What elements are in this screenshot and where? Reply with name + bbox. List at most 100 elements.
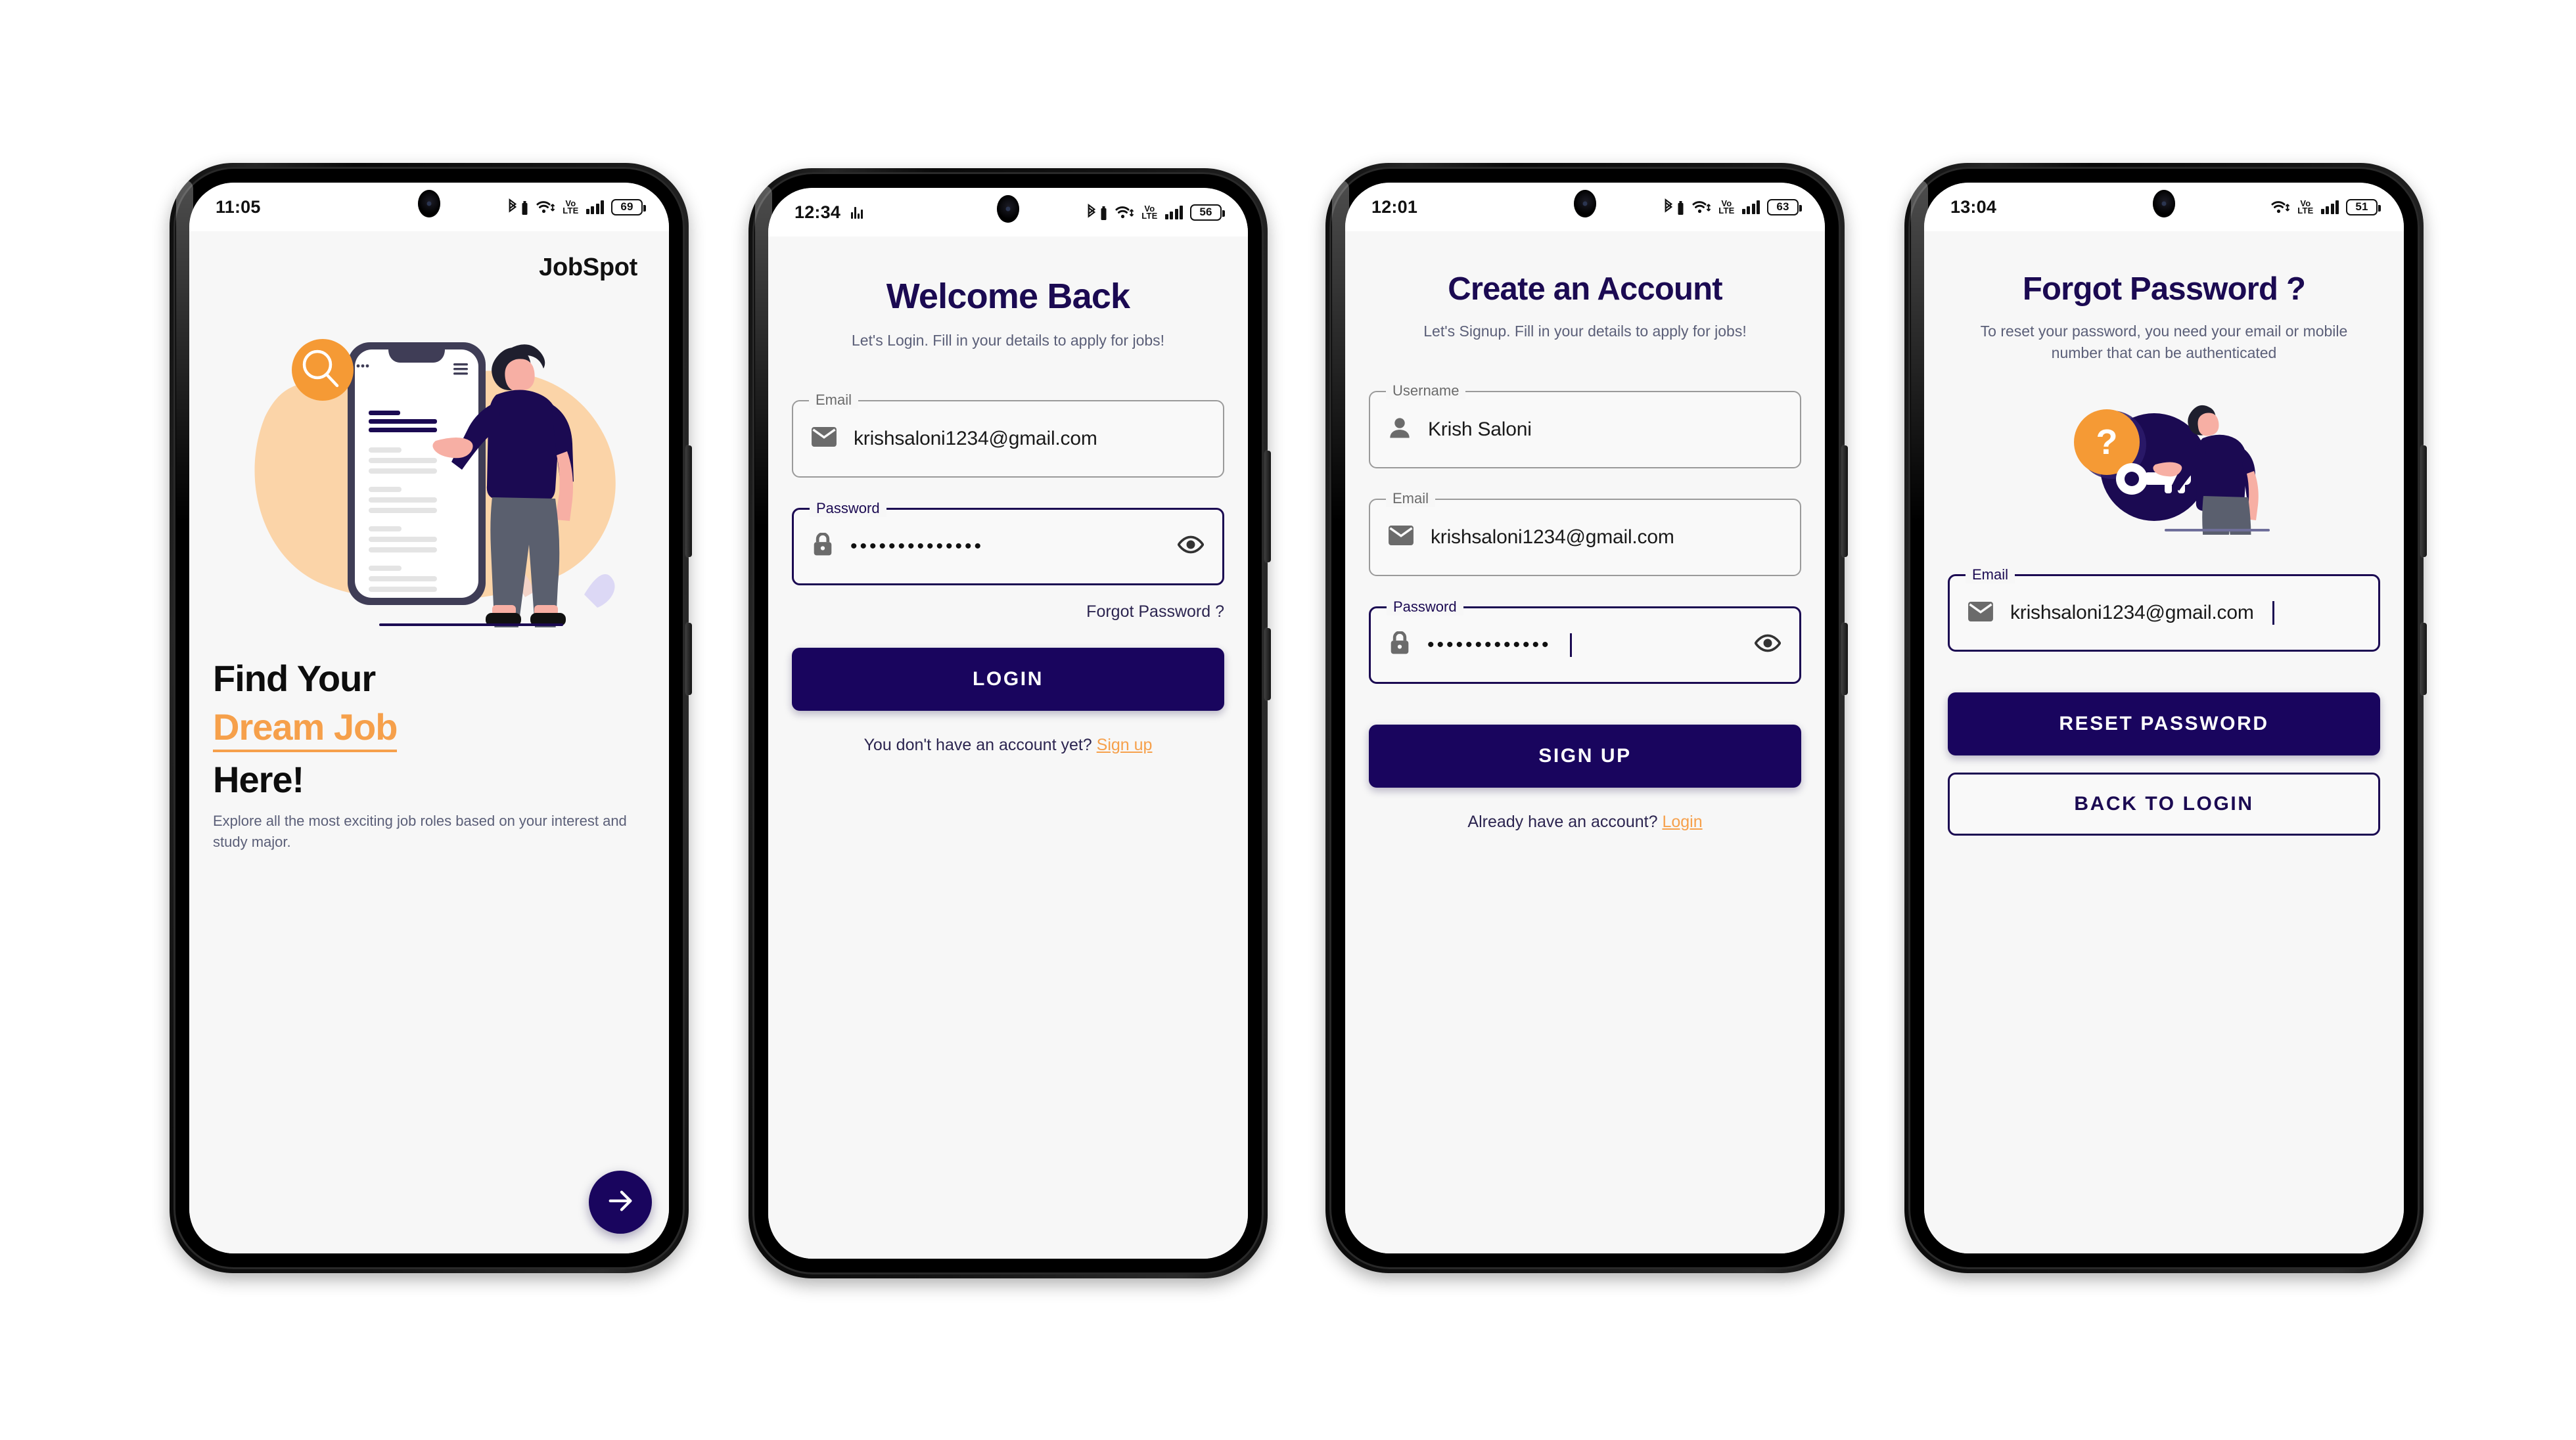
status-time: 12:34	[794, 202, 841, 222]
onboarding-subtitle: Explore all the most exciting job roles …	[213, 813, 627, 851]
status-bar: 12:01 Vo LTE 63	[1345, 183, 1825, 231]
job-search-illustration	[213, 286, 645, 637]
email-field-label: Email	[1386, 489, 1436, 507]
power-button[interactable]	[686, 623, 692, 695]
wifi-icon	[1115, 204, 1134, 220]
status-time: 11:05	[216, 196, 261, 217]
headline-line-1: Find Your	[213, 658, 376, 699]
volte-icon: Vo LTE	[2297, 198, 2314, 215]
email-field[interactable]: Email krishsaloni1234@gmail.com	[1948, 566, 2380, 652]
password-field-label: Password	[810, 499, 886, 517]
signal-bars-icon	[2320, 200, 2339, 214]
volte-icon: Vo LTE	[1141, 204, 1158, 221]
login-content: Welcome Back Let's Login. Fill in your d…	[768, 236, 1248, 1259]
eye-icon[interactable]	[1754, 634, 1782, 656]
page-tagline: Let's Signup. Fill in your details to ap…	[1423, 323, 1747, 340]
power-button[interactable]	[1265, 628, 1271, 700]
password-field-value: ••••••••••••••	[850, 535, 984, 557]
bluetooth-icon	[504, 198, 528, 215]
camera-punch-hole	[1574, 190, 1596, 217]
login-link[interactable]: Login	[1662, 813, 1702, 831]
status-time: 12:01	[1371, 196, 1418, 217]
forgot-password-link[interactable]: Forgot Password ?	[792, 602, 1224, 621]
text-cursor	[2272, 601, 2274, 625]
screen-login: 12:34 Vo LTE 56 Welcome Back Let's Login…	[768, 188, 1248, 1259]
battery-icon: 51	[2346, 198, 2381, 215]
phone-forgot-password: 13:04 Vo LTE 51 Forgot Password ? To res…	[1904, 163, 2427, 1273]
password-field-label: Password	[1387, 598, 1463, 616]
bluetooth-icon	[1083, 204, 1107, 221]
screenshot-canvas: 11:05 Vo LTE 69 JobSpot Find Your Dream …	[0, 0, 2576, 1440]
volte-icon: Vo LTE	[563, 198, 579, 215]
username-field-label: Username	[1386, 382, 1466, 399]
phone-onboarding: 11:05 Vo LTE 69 JobSpot Find Your Dream …	[170, 163, 692, 1273]
signal-bars-icon	[586, 200, 604, 214]
screen-signup: 12:01 Vo LTE 63 Create an Account Let's …	[1345, 183, 1825, 1253]
screen-onboarding: 11:05 Vo LTE 69 JobSpot Find Your Dream …	[189, 183, 669, 1253]
bluetooth-icon	[1660, 198, 1684, 215]
email-field-value: krishsaloni1234@gmail.com	[854, 427, 1097, 449]
volte-icon: Vo LTE	[1718, 198, 1735, 215]
eye-icon[interactable]	[1177, 535, 1205, 557]
email-field[interactable]: Email krishsaloni1234@gmail.com	[1369, 489, 1801, 576]
login-button[interactable]: LOGIN	[792, 647, 1224, 711]
camera-punch-hole	[997, 195, 1019, 223]
phone-signup: 12:01 Vo LTE 63 Create an Account Let's …	[1325, 163, 1848, 1273]
signal-bars-icon	[1741, 200, 1760, 214]
phone-login: 12:34 Vo LTE 56 Welcome Back Let's Login…	[748, 168, 1271, 1278]
power-button[interactable]	[1842, 623, 1848, 695]
equalizer-icon	[851, 206, 863, 219]
lock-icon	[812, 532, 833, 560]
page-tagline: Let's Login. Fill in your details to app…	[851, 332, 1165, 349]
status-bar: 11:05 Vo LTE 69	[189, 183, 669, 231]
signup-link[interactable]: Sign up	[1097, 736, 1153, 754]
person-icon	[1389, 416, 1411, 442]
volume-button[interactable]	[686, 445, 692, 557]
power-button[interactable]	[2421, 623, 2427, 695]
login-prompt-text: Already have an account?	[1467, 812, 1658, 831]
volume-button[interactable]	[1842, 445, 1848, 557]
email-field-label: Email	[1966, 566, 2015, 584]
signal-bars-icon	[1164, 205, 1183, 219]
camera-punch-hole	[418, 190, 440, 217]
password-field-value: •••••••••••••	[1427, 633, 1552, 656]
status-time: 13:04	[1950, 196, 1997, 217]
forgot-password-content: Forgot Password ? To reset your password…	[1924, 231, 2404, 1253]
lock-icon	[1389, 631, 1410, 658]
volume-button[interactable]	[1265, 451, 1271, 562]
volume-button[interactable]	[2421, 445, 2427, 557]
signup-prompt-text: You don't have an account yet?	[863, 735, 1092, 754]
page-title: Forgot Password ?	[2022, 271, 2306, 307]
battery-icon: 56	[1190, 204, 1225, 221]
password-field[interactable]: Password •••••••••••••	[1369, 598, 1801, 684]
email-field[interactable]: Email krishsaloni1234@gmail.com	[792, 391, 1224, 478]
wifi-icon	[1691, 199, 1711, 215]
screen-forgot-password: 13:04 Vo LTE 51 Forgot Password ? To res…	[1924, 183, 2404, 1253]
username-field-value: Krish Saloni	[1428, 418, 1532, 440]
text-cursor	[1569, 633, 1572, 657]
login-prompt: Already have an account? Login	[1369, 813, 1801, 832]
password-field[interactable]: Password ••••••••••••••	[792, 499, 1224, 585]
reset-password-button[interactable]: RESET PASSWORD	[1948, 692, 2380, 756]
battery-level: 69	[620, 200, 633, 213]
page-title: Create an Account	[1448, 271, 1722, 307]
key-question-illustration: ?	[1948, 394, 2380, 535]
status-bar: 12:34 Vo LTE 56	[768, 188, 1248, 236]
arrow-right-icon	[605, 1186, 635, 1219]
battery-level: 63	[1776, 200, 1789, 213]
email-field-label: Email	[809, 391, 859, 409]
battery-icon: 69	[611, 198, 646, 215]
onboarding-headline: Find Your Dream Job Here! Explore all th…	[213, 658, 645, 853]
signup-button[interactable]: SIGN UP	[1369, 724, 1801, 788]
back-to-login-button[interactable]: BACK TO LOGIN	[1948, 773, 2380, 836]
page-tagline: To reset your password, you need your em…	[1980, 323, 2348, 361]
headline-line-3: Here!	[213, 758, 304, 800]
status-bar: 13:04 Vo LTE 51	[1924, 183, 2404, 231]
headline-accent: Dream Job	[213, 706, 398, 752]
envelope-icon	[812, 427, 837, 450]
next-button[interactable]	[589, 1171, 652, 1234]
username-field[interactable]: Username Krish Saloni	[1369, 382, 1801, 468]
app-title: JobSpot	[539, 254, 637, 281]
signup-content: Create an Account Let's Signup. Fill in …	[1345, 231, 1825, 1253]
camera-punch-hole	[2153, 190, 2175, 217]
